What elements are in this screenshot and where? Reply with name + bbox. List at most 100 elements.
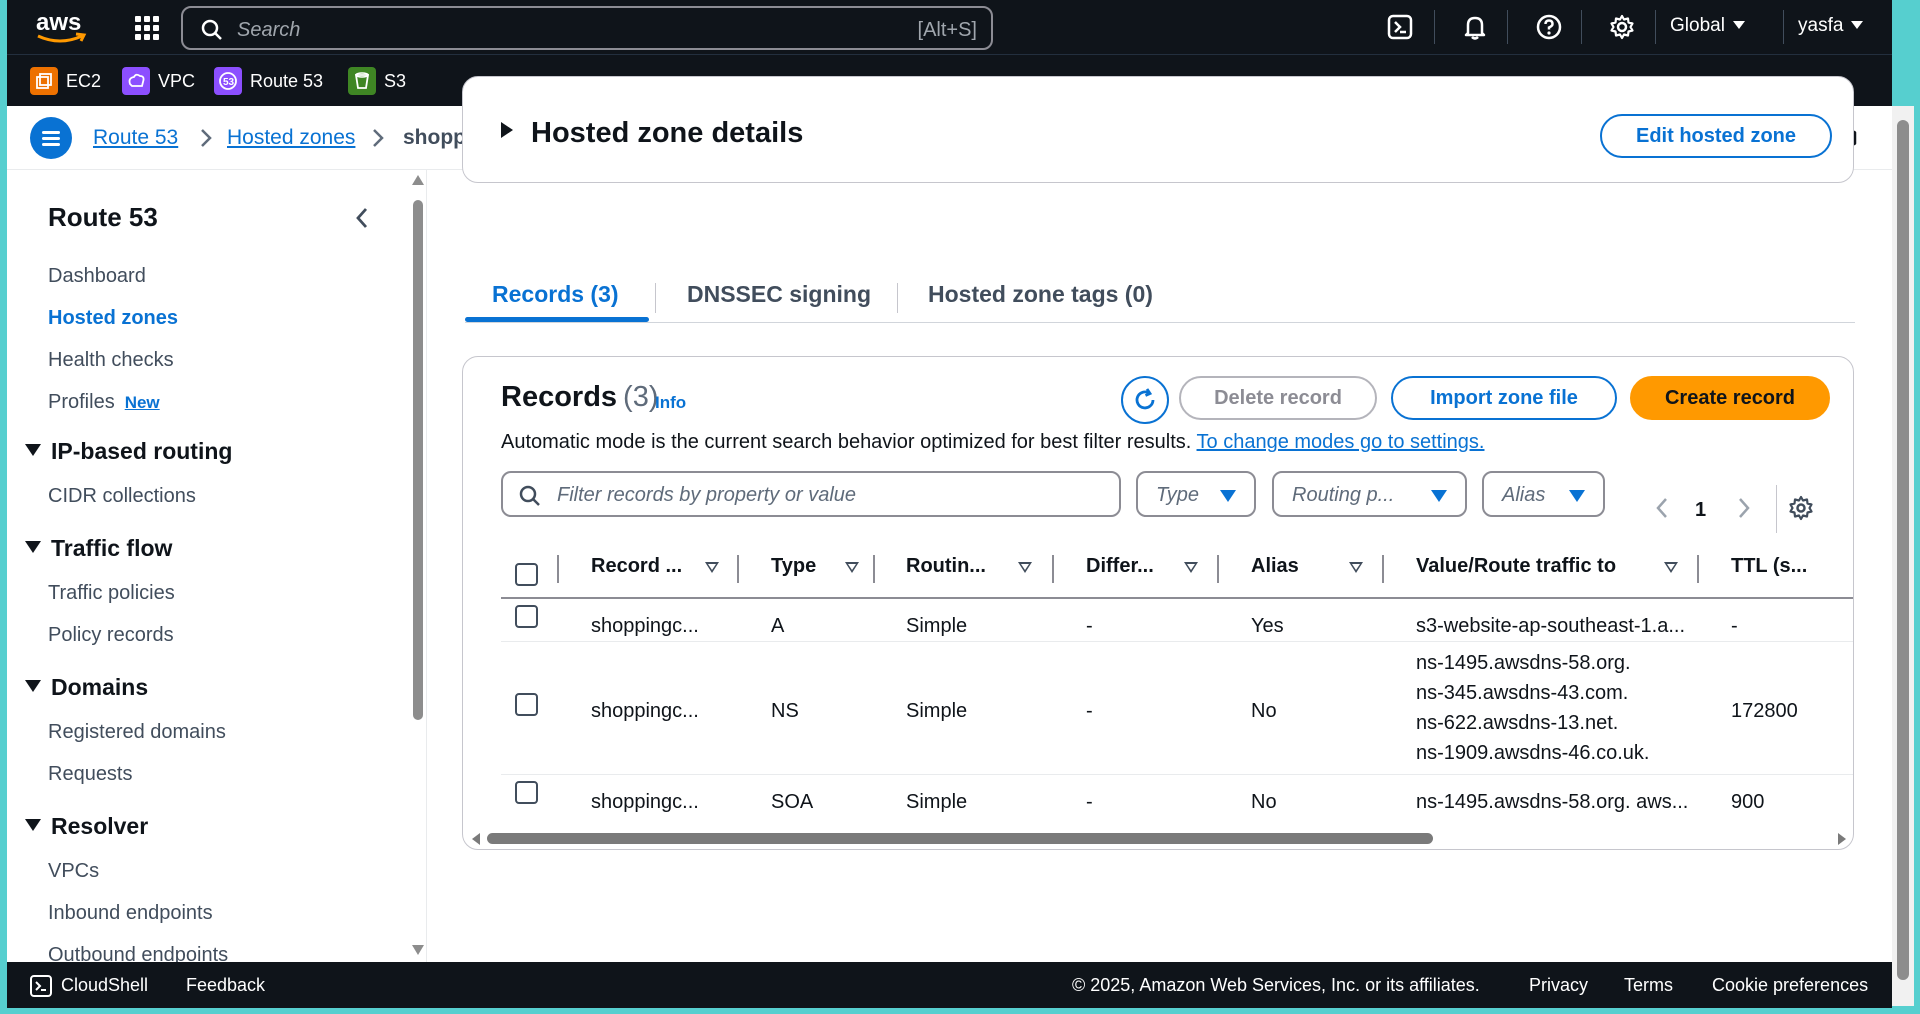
section-traffic-flow[interactable]: Traffic flow — [25, 535, 172, 562]
column-header-alias[interactable]: Alias — [1251, 555, 1299, 578]
favorite-ec2[interactable]: EC2 — [30, 67, 101, 95]
column-divider[interactable] — [737, 555, 739, 583]
sidebar-item-outbound-endpoints[interactable]: Outbound endpoints — [48, 944, 228, 962]
vpc-icon — [122, 67, 150, 95]
favorite-s3[interactable]: S3 — [348, 67, 406, 95]
cloudshell-icon[interactable] — [29, 974, 53, 998]
next-page-icon[interactable] — [1737, 497, 1751, 519]
sort-icon[interactable] — [1349, 562, 1363, 573]
sort-icon[interactable] — [705, 562, 719, 573]
type-filter-dropdown[interactable]: Type — [1136, 471, 1256, 517]
cloudshell-link[interactable]: CloudShell — [61, 975, 148, 996]
column-divider[interactable] — [1382, 555, 1384, 583]
settings-link[interactable]: To change modes go to settings. — [1197, 431, 1485, 453]
section-domains[interactable]: Domains — [25, 674, 148, 701]
sidebar-item-profiles[interactable]: Profiles New — [48, 391, 160, 414]
sort-icon[interactable] — [1664, 562, 1678, 573]
favorite-route53[interactable]: 53 Route 53 — [214, 67, 323, 95]
delete-record-button[interactable]: Delete record — [1179, 376, 1377, 420]
column-header-record-name[interactable]: Record ... — [591, 555, 682, 578]
filter-records-input[interactable]: Filter records by property or value — [501, 471, 1121, 517]
column-divider[interactable] — [873, 555, 875, 583]
terms-link[interactable]: Terms — [1624, 975, 1673, 996]
column-header-ttl[interactable]: TTL (s... — [1731, 555, 1807, 578]
column-header-differentiator[interactable]: Differ... — [1086, 555, 1154, 578]
scroll-right-icon[interactable] — [1837, 832, 1847, 846]
sort-icon[interactable] — [1018, 562, 1032, 573]
table-row[interactable]: shoppingc... A Simple - Yes s3-website-a… — [501, 599, 1853, 642]
services-menu-icon[interactable] — [131, 12, 161, 42]
section-resolver[interactable]: Resolver — [25, 813, 148, 840]
sidebar-item-cidr-collections[interactable]: CIDR collections — [48, 485, 196, 508]
column-header-value[interactable]: Value/Route traffic to — [1416, 555, 1616, 578]
bell-icon[interactable] — [1460, 12, 1490, 42]
sort-icon[interactable] — [845, 562, 859, 573]
column-divider[interactable] — [1052, 555, 1054, 583]
info-link[interactable]: Info — [655, 393, 686, 413]
scroll-down-icon[interactable] — [411, 944, 425, 956]
scroll-thumb[interactable] — [1897, 120, 1909, 980]
hosted-zone-details-toggle[interactable]: Hosted zone details — [501, 117, 803, 150]
privacy-link[interactable]: Privacy — [1529, 975, 1588, 996]
sidebar-item-registered-domains[interactable]: Registered domains — [48, 721, 226, 744]
row-checkbox[interactable] — [515, 781, 538, 804]
tab-hosted-zone-tags[interactable]: Hosted zone tags (0) — [928, 281, 1153, 308]
routing-policy-filter-dropdown[interactable]: Routing p... — [1272, 471, 1467, 517]
cloudshell-icon[interactable] — [1385, 12, 1415, 42]
menu-icon[interactable] — [30, 117, 72, 159]
table-horizontal-scrollbar[interactable] — [467, 829, 1851, 847]
breadcrumb-route53[interactable]: Route 53 — [93, 126, 178, 150]
table-row[interactable]: shoppingc... NS Simple - No ns-1495.awsd… — [501, 642, 1853, 775]
column-header-type[interactable]: Type — [771, 555, 816, 578]
sidebar-item-vpcs[interactable]: VPCs — [48, 860, 99, 883]
select-all-checkbox[interactable] — [515, 563, 538, 586]
region-selector[interactable]: Global — [1670, 15, 1745, 37]
scroll-up-icon[interactable] — [411, 174, 425, 186]
sidebar-scrollbar[interactable] — [407, 170, 426, 962]
section-ip-based-routing[interactable]: IP-based routing — [25, 438, 232, 465]
table-row[interactable]: shoppingc... SOA Simple - No ns-1495.aws… — [501, 775, 1853, 823]
scroll-thumb[interactable] — [487, 833, 1433, 844]
record-name-cell[interactable]: shoppingc... — [591, 700, 699, 723]
alias-filter-dropdown[interactable]: Alias — [1482, 471, 1605, 517]
sidebar-item-requests[interactable]: Requests — [48, 763, 133, 786]
help-icon[interactable] — [1534, 12, 1564, 42]
favorite-vpc[interactable]: VPC — [122, 67, 195, 95]
feedback-link[interactable]: Feedback — [186, 975, 265, 996]
sort-icon[interactable] — [1184, 562, 1198, 573]
cookie-preferences-link[interactable]: Cookie preferences — [1712, 975, 1868, 996]
import-zone-file-button[interactable]: Import zone file — [1391, 376, 1617, 420]
sidebar-item-hosted-zones[interactable]: Hosted zones — [48, 307, 178, 330]
account-menu[interactable]: yasfa — [1798, 15, 1864, 37]
sidebar-item-inbound-endpoints[interactable]: Inbound endpoints — [48, 902, 213, 925]
row-checkbox[interactable] — [515, 693, 538, 716]
tab-dnssec-signing[interactable]: DNSSEC signing — [687, 281, 871, 308]
sidebar-item-dashboard[interactable]: Dashboard — [48, 265, 146, 288]
edit-hosted-zone-button[interactable]: Edit hosted zone — [1600, 114, 1832, 158]
column-header-routing-policy[interactable]: Routin... — [906, 555, 986, 578]
breadcrumb-hosted-zones[interactable]: Hosted zones — [227, 126, 355, 150]
search-shortcut: [Alt+S] — [917, 19, 977, 41]
column-divider[interactable] — [1697, 555, 1699, 583]
search-input[interactable]: Search [Alt+S] — [181, 6, 993, 50]
collapse-sidebar-icon[interactable] — [354, 206, 370, 230]
sidebar-item-traffic-policies[interactable]: Traffic policies — [48, 582, 175, 605]
column-divider[interactable] — [1217, 555, 1219, 583]
page-number[interactable]: 1 — [1695, 499, 1706, 522]
refresh-button[interactable] — [1121, 376, 1169, 424]
row-checkbox[interactable] — [515, 605, 538, 628]
record-name-cell[interactable]: shoppingc... — [591, 615, 699, 638]
footer: CloudShell Feedback © 2025, Amazon Web S… — [7, 962, 1892, 1008]
scroll-thumb[interactable] — [413, 200, 423, 720]
record-name-cell[interactable]: shoppingc... — [591, 791, 699, 814]
sidebar-item-health-checks[interactable]: Health checks — [48, 349, 174, 372]
tab-records[interactable]: Records (3) — [492, 281, 619, 308]
create-record-button[interactable]: Create record — [1630, 376, 1830, 420]
settings-icon[interactable] — [1607, 12, 1637, 42]
sidebar-item-policy-records[interactable]: Policy records — [48, 624, 174, 647]
previous-page-icon[interactable] — [1655, 497, 1669, 519]
table-settings-icon[interactable] — [1788, 495, 1814, 521]
aws-logo[interactable]: aws — [32, 8, 92, 46]
scroll-left-icon[interactable] — [471, 832, 481, 846]
page-scrollbar[interactable] — [1892, 106, 1914, 1006]
